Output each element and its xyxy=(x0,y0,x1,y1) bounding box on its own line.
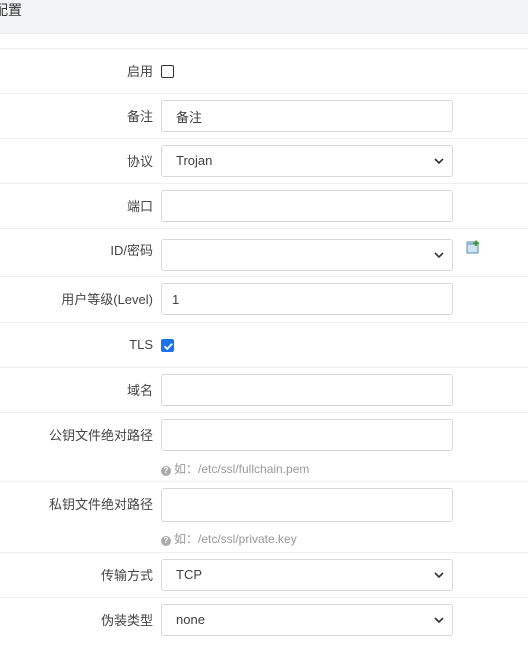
transport-select-value: TCP xyxy=(176,567,202,582)
port-input[interactable] xyxy=(161,190,453,222)
panel-header: 配置 xyxy=(0,0,528,34)
remark-input[interactable] xyxy=(161,100,453,132)
id-password-label: ID/密码 xyxy=(110,243,153,258)
row-level: 用户等级(Level) xyxy=(0,276,528,323)
key-path-label: 私钥文件绝对路径 xyxy=(48,497,153,512)
row-header-type: 伪装类型 none xyxy=(0,597,528,646)
row-protocol: 协议 Trojan xyxy=(0,138,528,184)
key-path-hint-text: 如：/etc/ssl/private.key xyxy=(174,532,297,546)
row-enable: 启用 xyxy=(0,48,528,94)
port-label: 端口 xyxy=(126,199,153,214)
tls-checkbox[interactable] xyxy=(161,339,174,352)
row-key-path: 私钥文件绝对路径 ? 如：/etc/ssl/private.key xyxy=(0,481,528,553)
header-type-label: 伪装类型 xyxy=(100,613,153,628)
row-transport: 传输方式 TCP xyxy=(0,552,528,598)
enable-label: 启用 xyxy=(126,64,153,79)
header-type-select-value: none xyxy=(176,612,205,627)
protocol-select-value: Trojan xyxy=(176,153,213,168)
key-path-hint: ? 如：/etc/ssl/private.key xyxy=(161,530,297,547)
row-port: 端口 xyxy=(0,183,528,229)
add-item-icon[interactable] xyxy=(466,240,480,254)
cert-path-label: 公钥文件绝对路径 xyxy=(48,428,153,443)
enable-checkbox[interactable] xyxy=(161,65,174,78)
transport-label: 传输方式 xyxy=(100,568,153,583)
row-cert-path: 公钥文件绝对路径 ? 如：/etc/ssl/fullchain.pem xyxy=(0,412,528,482)
header-type-select[interactable]: none xyxy=(161,604,453,636)
question-circle-icon: ? xyxy=(161,536,171,546)
cert-path-hint-text: 如：/etc/ssl/fullchain.pem xyxy=(174,462,310,476)
protocol-select[interactable]: Trojan xyxy=(161,145,453,177)
row-tls: TLS xyxy=(0,322,528,368)
chevron-down-icon xyxy=(434,158,444,165)
row-id-password: ID/密码 xyxy=(0,228,528,277)
row-remark: 备注 xyxy=(0,93,528,139)
tls-label: TLS xyxy=(129,337,153,352)
remark-label: 备注 xyxy=(126,109,153,124)
domain-label: 域名 xyxy=(126,383,153,398)
chevron-down-icon xyxy=(434,572,444,579)
cert-path-hint: ? 如：/etc/ssl/fullchain.pem xyxy=(161,460,309,477)
id-password-select[interactable] xyxy=(161,239,453,271)
row-domain: 域名 xyxy=(0,367,528,413)
panel-title: 配置 xyxy=(0,2,22,18)
question-circle-icon: ? xyxy=(161,466,171,476)
domain-input[interactable] xyxy=(161,374,453,406)
chevron-down-icon xyxy=(434,617,444,624)
chevron-down-icon xyxy=(434,252,444,259)
level-label: 用户等级(Level) xyxy=(61,292,153,307)
key-path-input[interactable] xyxy=(161,488,453,522)
protocol-label: 协议 xyxy=(126,154,153,169)
level-input[interactable] xyxy=(161,283,453,315)
cert-path-input[interactable] xyxy=(161,419,453,451)
transport-select[interactable]: TCP xyxy=(161,559,453,591)
